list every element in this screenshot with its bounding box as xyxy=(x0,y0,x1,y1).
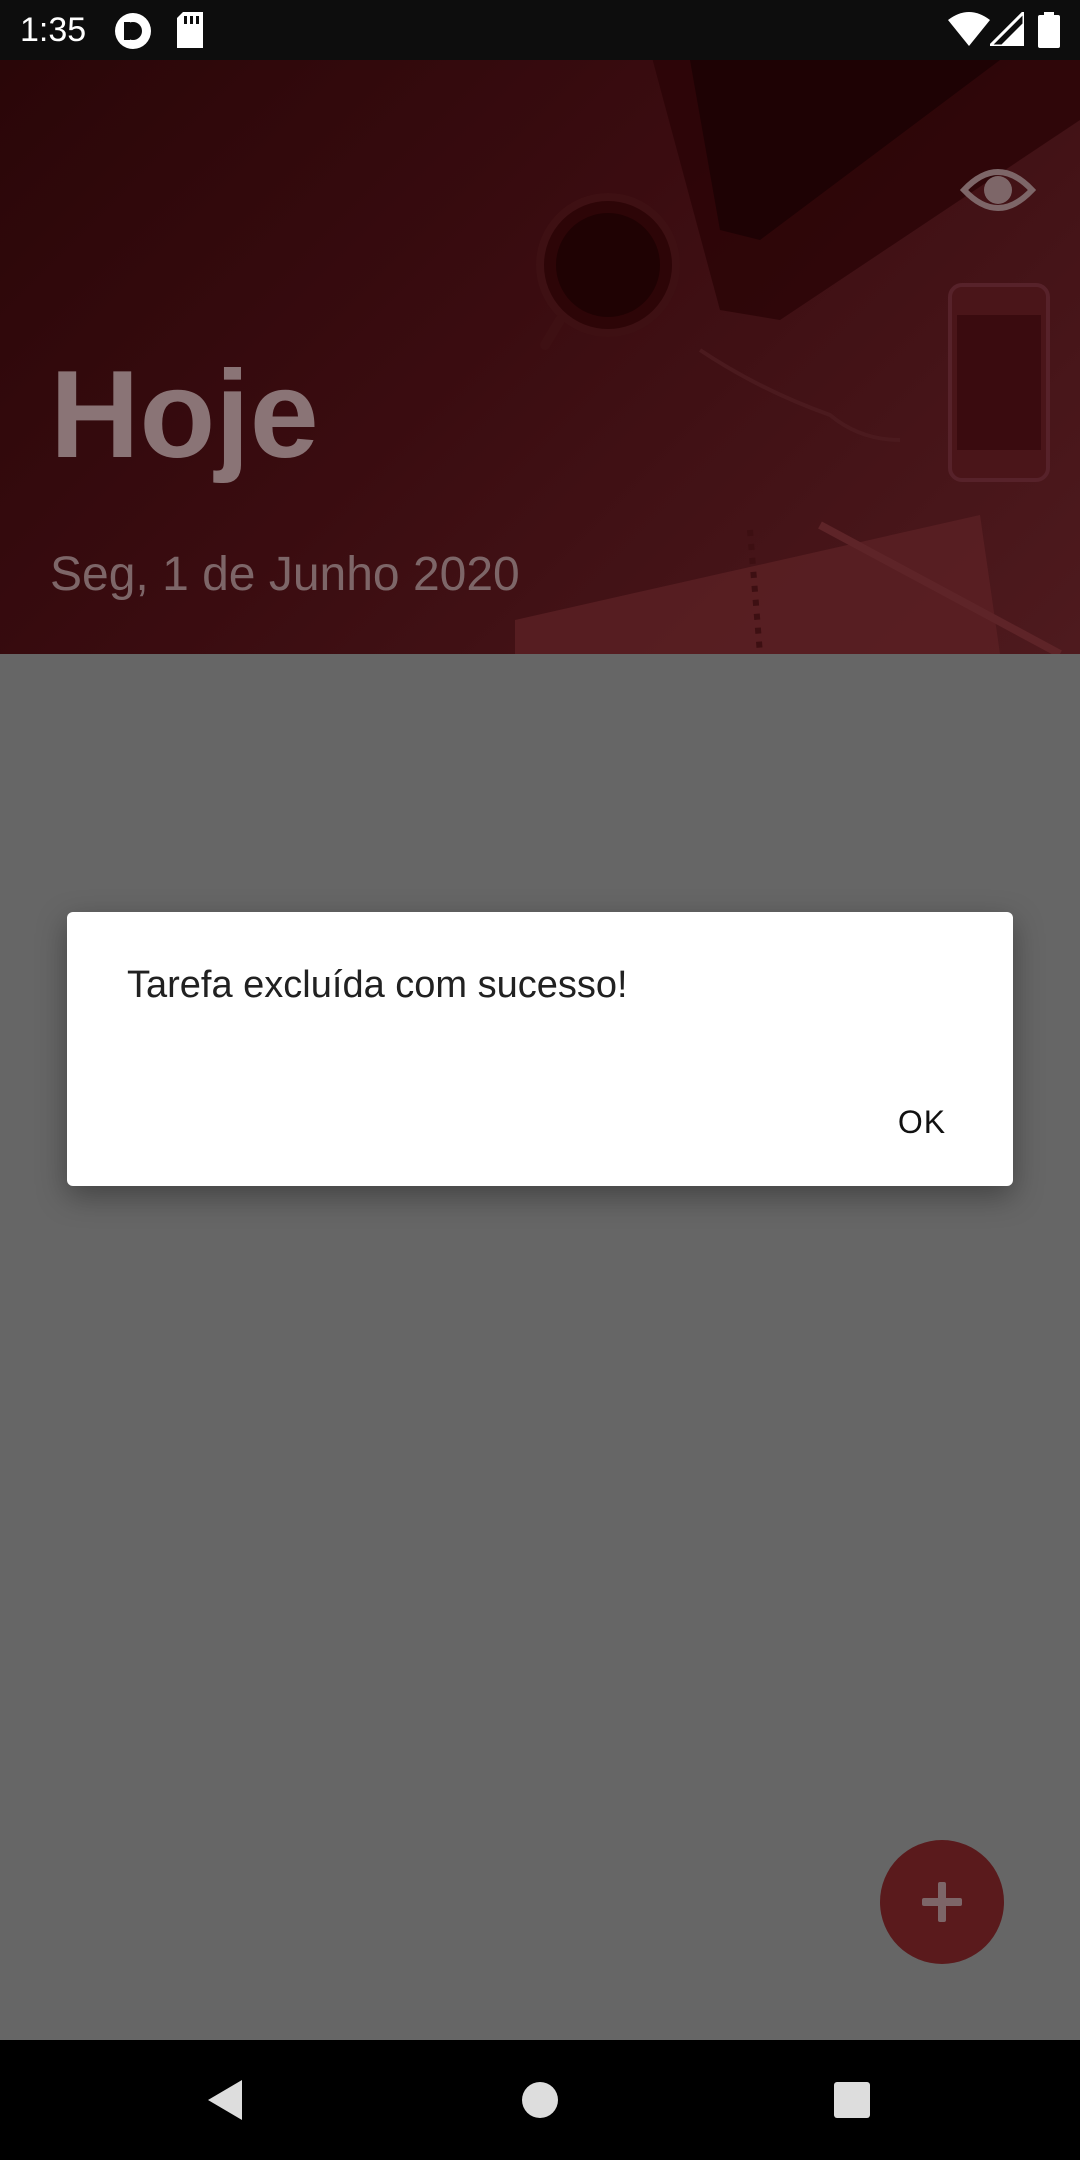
back-icon[interactable] xyxy=(196,2070,256,2130)
pocket-casts-icon xyxy=(115,13,151,49)
dialog-message: Tarefa excluída com sucesso! xyxy=(127,964,628,1006)
cell-signal-icon xyxy=(990,12,1024,46)
eye-icon[interactable] xyxy=(960,152,1036,228)
wifi-icon xyxy=(948,12,990,46)
battery-icon xyxy=(1038,12,1060,48)
sd-card-icon xyxy=(177,12,203,48)
plus-icon xyxy=(922,1882,962,1922)
status-bar: 1:35 xyxy=(0,0,1080,60)
status-time: 1:35 xyxy=(20,11,87,49)
page-title: Hoje xyxy=(50,346,319,484)
recents-icon[interactable] xyxy=(822,2070,882,2130)
system-nav-bar xyxy=(0,2040,1080,2160)
current-date: Seg, 1 de Junho 2020 xyxy=(50,548,520,601)
home-icon[interactable] xyxy=(510,2070,570,2130)
add-task-button[interactable] xyxy=(880,1840,1004,1964)
alert-dialog: Tarefa excluída com sucesso! OK xyxy=(67,912,1013,1186)
task-list-area xyxy=(0,654,1080,2040)
header-banner: Hoje Seg, 1 de Junho 2020 xyxy=(0,60,1080,654)
ok-button[interactable]: OK xyxy=(867,1082,977,1162)
